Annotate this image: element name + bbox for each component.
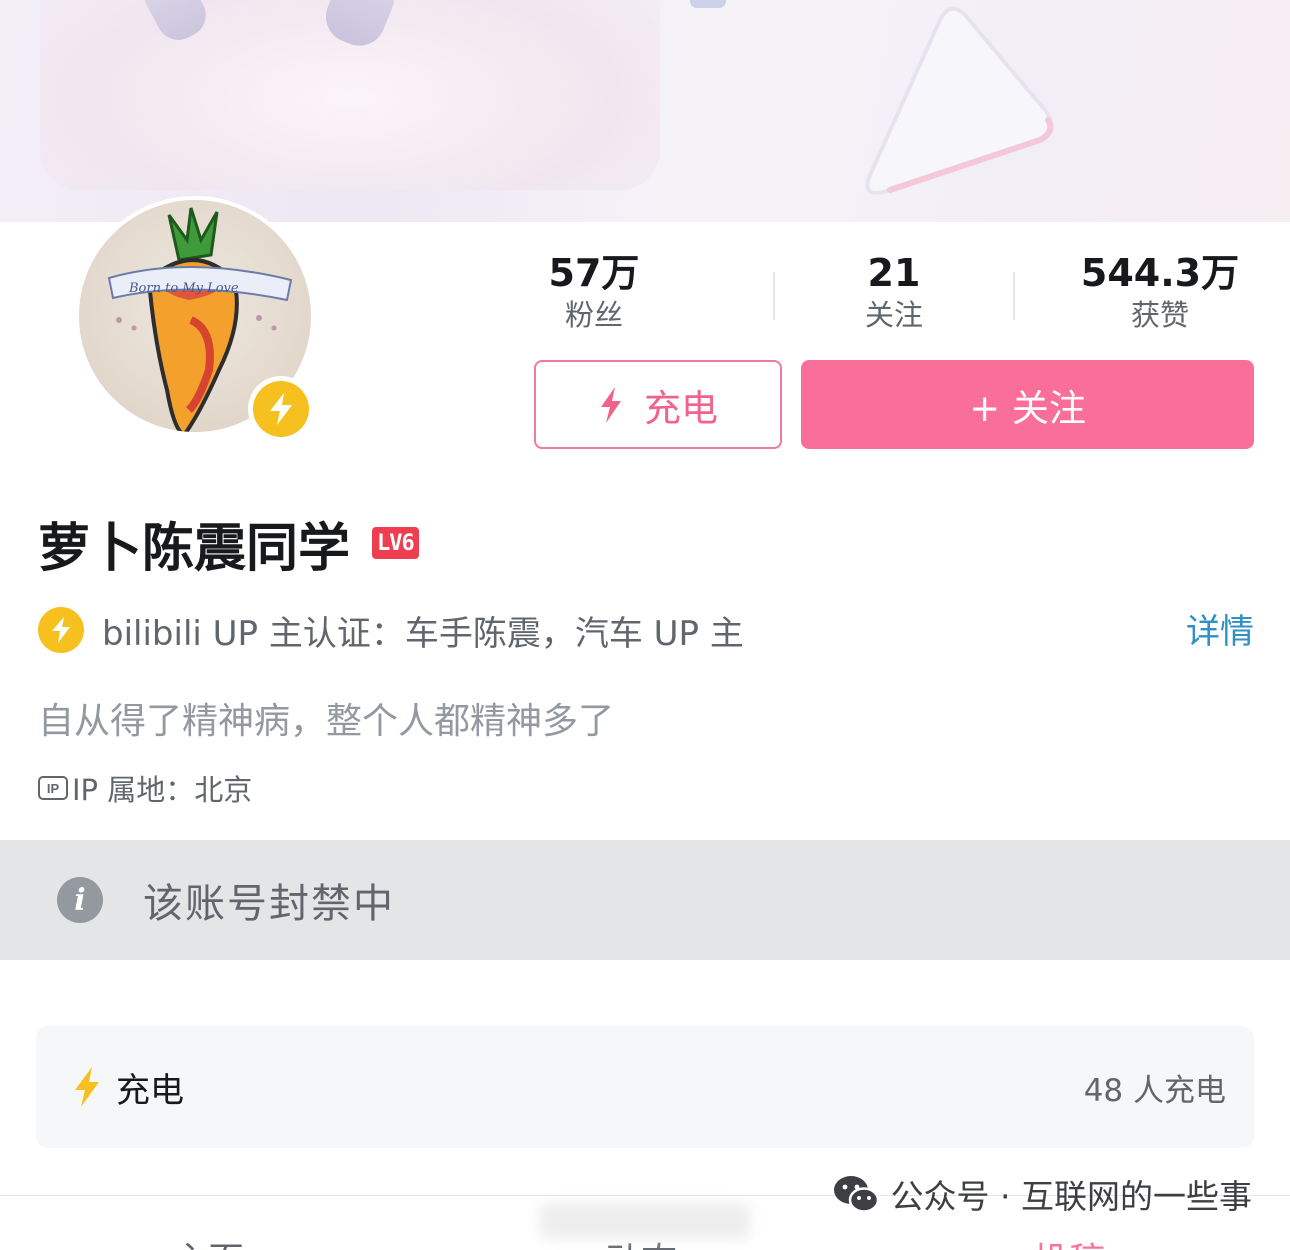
verified-badge-icon xyxy=(38,607,84,653)
stat-likes[interactable]: 544.3万 获赞 xyxy=(1050,250,1270,334)
stat-divider xyxy=(1013,272,1015,320)
tab-home[interactable]: 主页 xyxy=(172,1232,244,1250)
stat-likes-value: 544.3万 xyxy=(1080,251,1240,295)
watermark-text: 公众号 · 互联网的一些事 xyxy=(890,1177,1252,1216)
certification-row: bilibili UP 主认证：车手陈震，汽车 UP 主 详情 xyxy=(38,604,1254,656)
ban-notice: i 该账号封禁中 xyxy=(0,840,1290,960)
charge-button[interactable]: 充电 xyxy=(534,360,782,449)
stat-divider xyxy=(773,272,775,320)
info-icon: i xyxy=(57,877,103,923)
ip-icon: IP xyxy=(38,776,68,800)
name-row: 萝卜陈震同学 LV6 xyxy=(38,508,419,579)
certification-text: bilibili UP 主认证：车手陈震，汽车 UP 主 xyxy=(102,613,744,654)
stat-likes-label: 获赞 xyxy=(1130,298,1189,332)
svg-text:Born to My Love: Born to My Love xyxy=(128,281,239,296)
ip-location-row: IP IP 属地：北京 xyxy=(38,768,252,808)
tab-uploads[interactable]: 投稿 xyxy=(1033,1232,1105,1250)
charge-card[interactable]: 充电 48 人充电 xyxy=(36,1026,1254,1148)
wechat-icon xyxy=(833,1176,879,1213)
stat-following-value: 21 xyxy=(867,251,921,295)
verified-badge-icon xyxy=(248,376,314,442)
charge-button-label: 充电 xyxy=(644,386,718,430)
detail-link[interactable]: 详情 xyxy=(1186,604,1254,653)
follow-button[interactable]: + 关注 xyxy=(801,360,1254,449)
stat-fans-label: 粉丝 xyxy=(564,298,623,332)
blurred-overlay xyxy=(540,1203,750,1239)
lightning-icon xyxy=(75,1067,99,1107)
follow-button-label: + 关注 xyxy=(969,386,1086,430)
stats-bar: 57万 粉丝 21 关注 544.3万 获赞 xyxy=(500,250,1260,340)
charge-card-title: 充电 xyxy=(116,1070,184,1111)
bio: 自从得了精神病，整个人都精神多了 xyxy=(38,701,615,742)
stat-following-label: 关注 xyxy=(864,298,923,332)
stat-following[interactable]: 21 关注 xyxy=(784,250,1004,334)
ban-notice-text: 该账号封禁中 xyxy=(143,881,395,927)
stat-fans-value: 57万 xyxy=(548,251,640,295)
user-name: 萝卜陈震同学 xyxy=(38,518,351,579)
lightning-icon xyxy=(601,386,621,423)
charge-card-count: 48 人充电 xyxy=(1083,1072,1226,1109)
stat-fans[interactable]: 57万 粉丝 xyxy=(484,250,704,334)
watermark: 公众号 · 互联网的一些事 xyxy=(833,1170,1252,1218)
profile-banner xyxy=(0,0,1290,222)
ip-location-text: IP 属地：北京 xyxy=(72,773,253,807)
level-badge: LV6 xyxy=(372,527,419,559)
